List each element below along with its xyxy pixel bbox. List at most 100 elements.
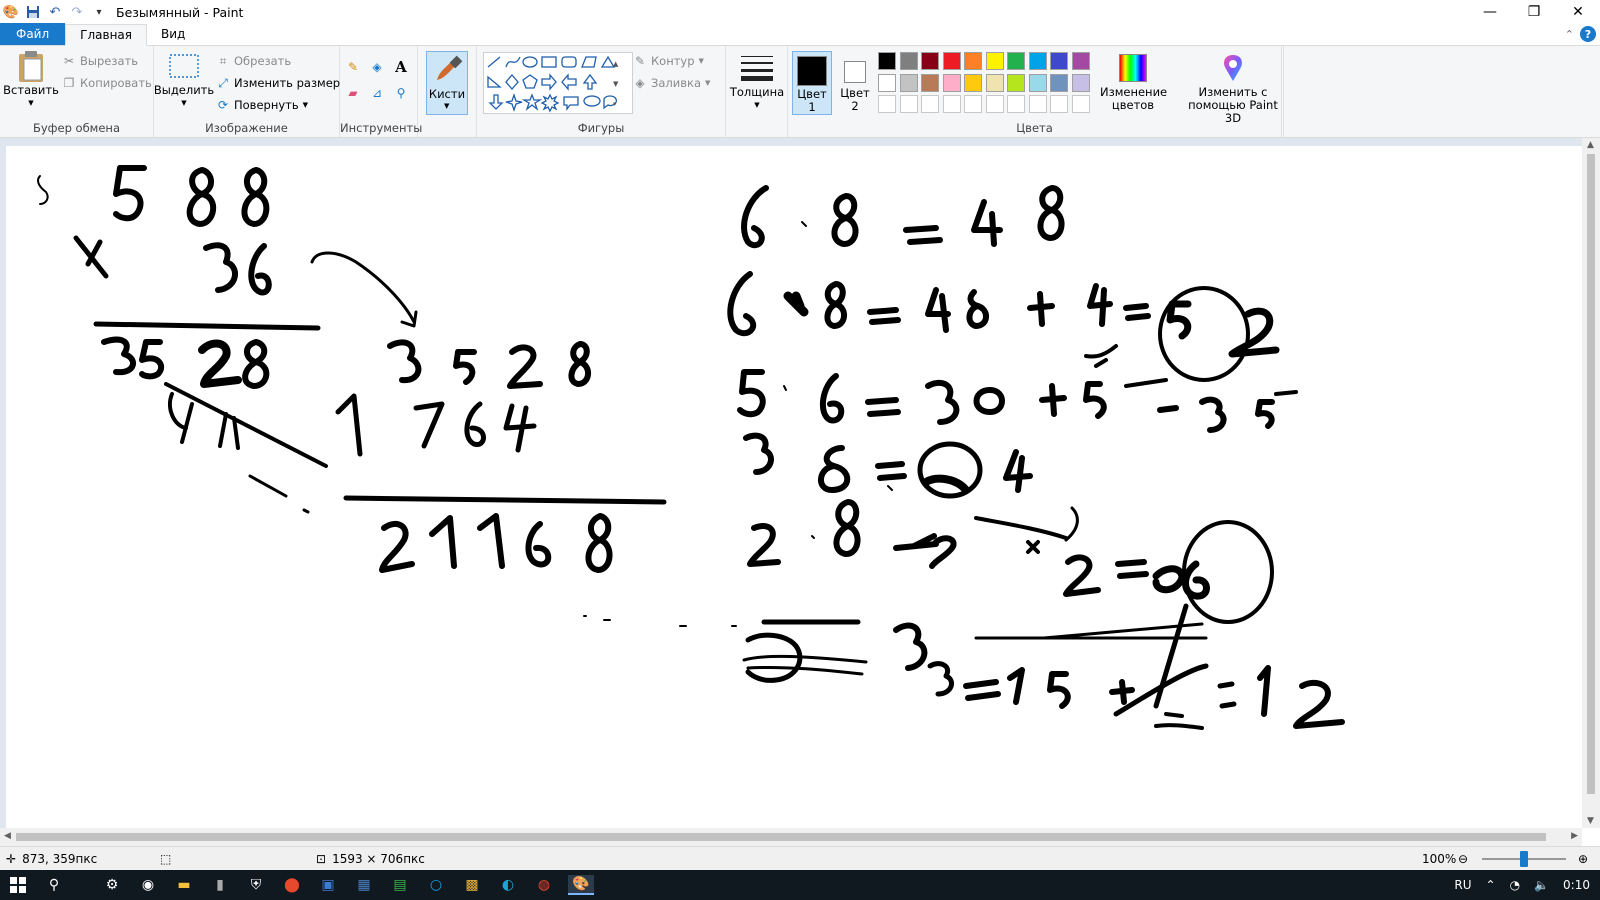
zoom-in-button[interactable]: ⊕ xyxy=(1578,847,1588,871)
fill-button[interactable]: ◈ Заливка ▼ xyxy=(633,76,710,90)
file-explorer-icon[interactable]: ▬ xyxy=(174,875,194,895)
fill-tool[interactable]: ◈ xyxy=(370,60,384,74)
palette-swatch[interactable] xyxy=(1028,52,1047,70)
size-button[interactable]: Толщина ▼ xyxy=(730,52,784,112)
palette-swatch[interactable] xyxy=(1050,52,1068,70)
app-shield-check-icon[interactable]: ◉ xyxy=(138,875,158,895)
resize-button[interactable]: ⤢ Изменить размер xyxy=(216,76,340,91)
eraser-tool[interactable]: ▰ xyxy=(346,86,360,100)
tab-file[interactable]: Файл xyxy=(0,23,66,45)
save-icon[interactable] xyxy=(24,3,42,21)
palette-swatch[interactable] xyxy=(1007,73,1025,92)
color1-button[interactable]: Цвет 1 xyxy=(792,51,832,115)
brushes-button[interactable]: Кисти ▼ xyxy=(426,51,468,115)
settings-gear-icon[interactable]: ⚙ xyxy=(102,875,122,895)
palette-swatch[interactable] xyxy=(899,73,918,92)
palette-swatch[interactable] xyxy=(921,73,939,92)
palette-swatch[interactable] xyxy=(1071,73,1090,92)
language-indicator[interactable]: RU xyxy=(1454,878,1471,892)
volume-icon[interactable]: 🔈 xyxy=(1534,878,1549,892)
palette-swatch[interactable] xyxy=(964,95,982,113)
brushes-label: Кисти xyxy=(428,87,466,101)
pencil-tool[interactable]: ✎ xyxy=(346,60,360,74)
windows-start-icon[interactable] xyxy=(8,875,28,895)
chart-app-icon[interactable]: ▤ xyxy=(390,875,410,895)
minimize-button[interactable]: — xyxy=(1468,0,1512,24)
shapes-gallery[interactable] xyxy=(483,52,633,114)
magnifier-tool[interactable]: ⚲ xyxy=(394,86,408,100)
usb-drive-icon[interactable]: ▮ xyxy=(210,875,230,895)
tab-home[interactable]: Главная xyxy=(65,24,147,46)
palette-swatch[interactable] xyxy=(1071,52,1090,70)
palette-swatch[interactable] xyxy=(878,52,896,70)
palette-swatch[interactable] xyxy=(964,52,982,70)
palette-swatch[interactable] xyxy=(1028,73,1047,92)
palette-swatch[interactable] xyxy=(1050,73,1068,92)
chrome-browser-icon[interactable]: ◍ xyxy=(534,875,554,895)
winrar-icon[interactable]: ▩ xyxy=(462,875,482,895)
palette-swatch[interactable] xyxy=(899,52,918,70)
paste-button[interactable]: Вставить ▼ xyxy=(3,50,59,110)
palette-swatch[interactable] xyxy=(964,73,982,92)
shapes-scroll-icon[interactable]: ▲ ▼ ▾ xyxy=(613,54,618,114)
redo-icon[interactable]: ↷ xyxy=(68,3,86,21)
palette-swatch[interactable] xyxy=(985,95,1004,113)
cut-button[interactable]: ✂ Вырезать xyxy=(62,54,138,68)
tab-view[interactable]: Вид xyxy=(147,23,199,45)
palette-swatch[interactable] xyxy=(878,95,896,113)
paint-taskbar-icon[interactable]: 🎨 xyxy=(568,875,594,895)
text-tool[interactable]: A xyxy=(394,58,408,76)
palette-swatch[interactable] xyxy=(942,73,961,92)
undo-icon[interactable]: ↶ xyxy=(46,3,64,21)
edit-with-paint3d-button[interactable]: Изменить с помощью Paint 3D xyxy=(1182,52,1284,125)
palette-swatch[interactable] xyxy=(878,73,896,92)
color2-button[interactable]: Цвет 2 xyxy=(836,51,874,115)
zoom-out-button[interactable]: ⊖ xyxy=(1458,847,1468,871)
edge-browser-icon[interactable]: ◐ xyxy=(498,875,518,895)
collapse-ribbon-icon[interactable]: ⌃ xyxy=(1565,28,1574,41)
palette-swatch[interactable] xyxy=(1007,52,1025,70)
zoom-slider-thumb[interactable] xyxy=(1520,851,1528,867)
palette-swatch[interactable] xyxy=(921,52,939,70)
horizontal-scroll-thumb[interactable] xyxy=(16,833,1546,841)
edit-colors-button[interactable]: Изменение цветов xyxy=(1100,52,1167,112)
customize-quick-access-icon[interactable]: ▾ xyxy=(90,3,108,21)
security-shield-icon[interactable]: ⛨ xyxy=(246,875,266,895)
vertical-scroll-thumb[interactable] xyxy=(1587,154,1595,794)
palette-swatch[interactable] xyxy=(1050,95,1068,113)
palette-swatch[interactable] xyxy=(942,95,961,113)
outline-button[interactable]: ✎ Контур ▼ xyxy=(633,54,704,68)
horizontal-scrollbar[interactable]: ◀ ▶ xyxy=(0,828,1582,846)
palette-swatch[interactable] xyxy=(921,95,939,113)
paint-app-icon[interactable]: 🎨 xyxy=(2,3,20,21)
palette-swatch[interactable] xyxy=(942,52,961,70)
scroll-up-icon[interactable]: ▲ xyxy=(1587,140,1594,150)
color-picker-tool[interactable]: ⊿ xyxy=(370,86,384,100)
search-icon[interactable]: ⚲ xyxy=(44,875,64,895)
crop-button[interactable]: ⌗ Обрезать xyxy=(216,54,292,69)
help-icon[interactable]: ? xyxy=(1580,26,1596,42)
scroll-right-icon[interactable]: ▶ xyxy=(1571,831,1578,841)
close-button[interactable]: ✕ xyxy=(1556,0,1600,24)
palette-swatch[interactable] xyxy=(1007,95,1025,113)
scroll-left-icon[interactable]: ◀ xyxy=(4,831,11,841)
palette-swatch[interactable] xyxy=(1071,95,1090,113)
clock[interactable]: 0:10 xyxy=(1563,878,1590,892)
wifi-icon[interactable]: ◔ xyxy=(1510,878,1520,892)
palette-swatch[interactable] xyxy=(1028,95,1047,113)
rotate-button[interactable]: ⟳ Повернуть ▼ xyxy=(216,98,308,112)
vertical-scrollbar[interactable]: ▲ ▼ xyxy=(1582,138,1600,828)
copy-button[interactable]: ❐ Копировать xyxy=(62,76,152,90)
restore-button[interactable]: ❐ xyxy=(1512,0,1556,24)
palette-swatch[interactable] xyxy=(899,95,918,113)
show-hidden-icons-icon[interactable]: ⌃ xyxy=(1486,878,1496,892)
palette-swatch[interactable] xyxy=(985,73,1004,92)
maps-pin-icon[interactable]: ⬤ xyxy=(282,875,302,895)
cortana-circle-icon[interactable]: ○ xyxy=(426,875,446,895)
calculator-icon[interactable]: ▦ xyxy=(354,875,374,895)
photos-icon[interactable]: ▣ xyxy=(318,875,338,895)
scroll-down-icon[interactable]: ▼ xyxy=(1587,816,1594,826)
palette-swatch[interactable] xyxy=(985,52,1004,70)
drawing-canvas[interactable] xyxy=(6,146,1582,828)
select-button[interactable]: Выделить ▼ xyxy=(154,50,214,110)
